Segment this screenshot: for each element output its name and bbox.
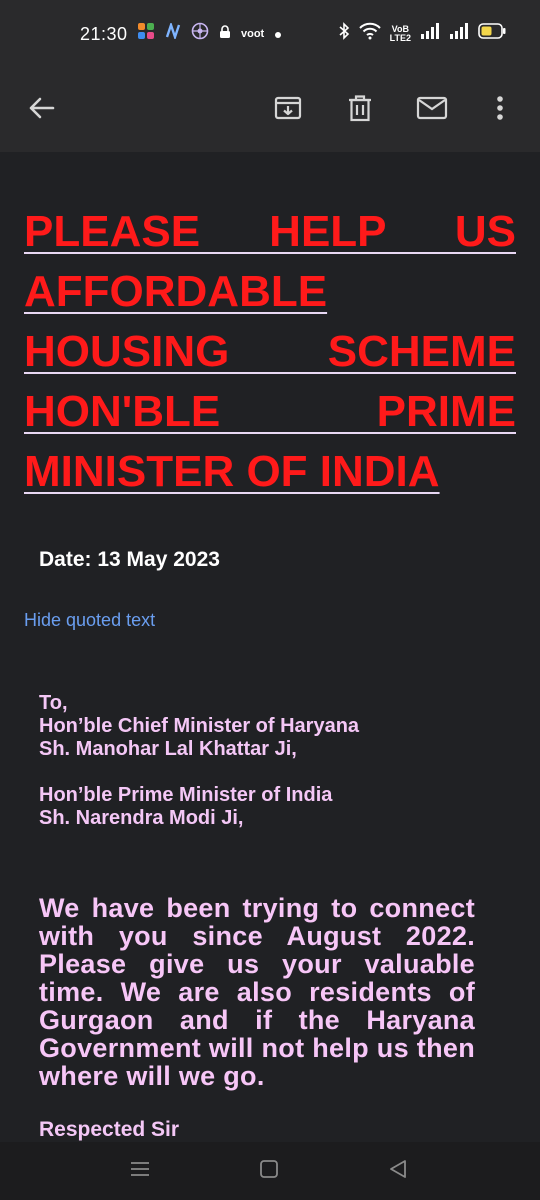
recents-button[interactable] — [122, 1154, 158, 1188]
trash-icon — [347, 94, 373, 127]
status-bar: 21:30 voot VoB LTE2 — [0, 0, 540, 68]
system-icons: VoB LTE2 — [338, 22, 506, 45]
email-headline: PLEASE HELP US AFFORDABLE HOUSING SCHEME… — [24, 207, 516, 496]
globe-app-icon — [191, 22, 209, 45]
address-to: To, — [39, 692, 68, 714]
more-options-button[interactable] — [474, 84, 526, 136]
email-date: Date: 13 May 2023 — [39, 548, 220, 571]
email-salutation: Respected Sir — [39, 1118, 180, 1141]
dot-icon — [274, 24, 282, 44]
archive-icon — [274, 94, 302, 127]
more-vertical-icon — [496, 95, 504, 126]
address-line: Sh. Narendra Modi Ji, — [39, 807, 244, 829]
hide-quoted-text-link[interactable]: Hide quoted text — [24, 610, 155, 631]
address-line: Hon’ble Prime Minister of India — [39, 784, 333, 806]
mail-icon — [416, 96, 448, 125]
address-line: Hon’ble Chief Minister of Haryana — [39, 715, 360, 737]
signal-icon — [449, 23, 469, 44]
email-toolbar — [0, 68, 540, 152]
signal-icon — [420, 23, 440, 44]
delete-button[interactable] — [334, 84, 386, 136]
battery-icon — [478, 23, 506, 44]
bluetooth-icon — [338, 22, 350, 45]
home-button[interactable] — [251, 1154, 287, 1188]
voot-app-icon: voot — [241, 27, 265, 40]
address-line: Sh. Manohar Lal Khattar Ji, — [39, 738, 297, 760]
menu-lines-icon — [129, 1160, 151, 1183]
arrow-left-icon — [27, 96, 55, 125]
n-app-icon — [165, 21, 181, 44]
status-time: 21:30 — [80, 24, 128, 44]
archive-button[interactable] — [262, 84, 314, 136]
volte-icon: VoB LTE2 — [389, 23, 411, 43]
square-icon — [259, 1159, 279, 1184]
pinwheel-app-icon — [137, 22, 155, 45]
lock-app-icon — [219, 24, 231, 44]
mark-unread-button[interactable] — [406, 84, 458, 136]
email-body[interactable]: PLEASE HELP US AFFORDABLE HOUSING SCHEME… — [0, 152, 540, 1142]
wifi-icon — [358, 22, 381, 45]
notification-icons: voot — [137, 21, 282, 45]
triangle-back-icon — [388, 1159, 408, 1184]
system-back-button[interactable] — [380, 1154, 416, 1188]
system-navigation-bar — [0, 1142, 540, 1200]
recipient-address-block: To, Hon’ble Chief Minister of Haryana Sh… — [39, 692, 359, 830]
back-button[interactable] — [15, 84, 67, 136]
email-screen: 21:30 voot VoB LTE2 PLEASE HELP US AFFOR… — [0, 0, 540, 1200]
email-body-paragraph: We have been trying to connect with you … — [39, 893, 475, 1091]
